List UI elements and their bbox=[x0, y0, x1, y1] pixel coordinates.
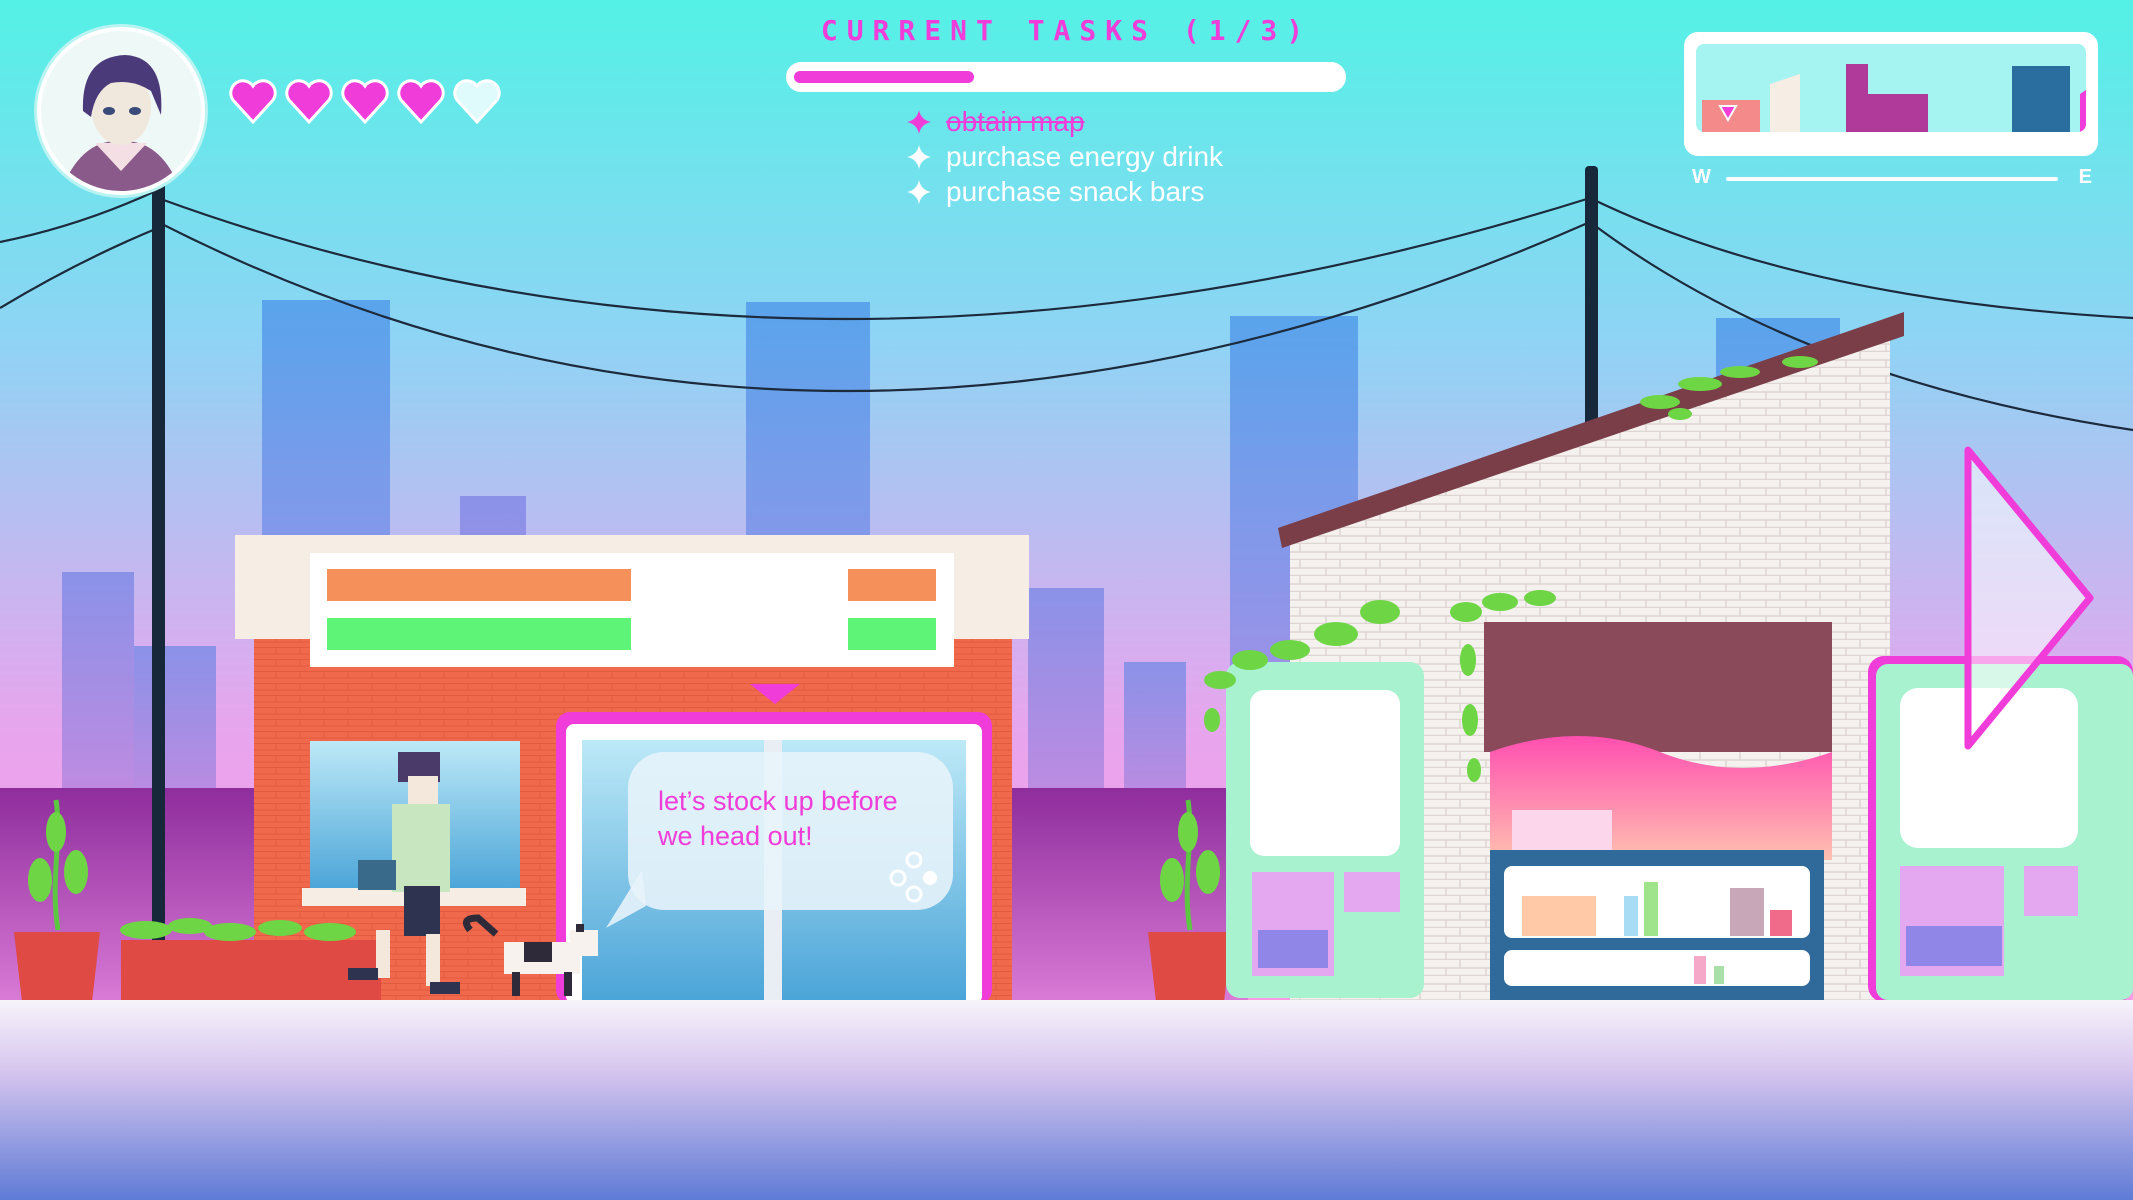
task-label: purchase energy drink bbox=[946, 140, 1224, 172]
sparkle-icon bbox=[907, 109, 931, 134]
dots-icon bbox=[889, 851, 937, 903]
heart-full-icon bbox=[397, 79, 445, 124]
heart-full-icon bbox=[285, 79, 333, 124]
heart-empty-icon bbox=[453, 79, 501, 124]
minimap-buildings bbox=[1702, 64, 2086, 132]
compass-west-label: W bbox=[1692, 166, 1711, 188]
task-progress-bar bbox=[786, 62, 1346, 92]
portrait-illustration bbox=[41, 31, 201, 191]
minimap-view bbox=[1696, 44, 2086, 132]
health-hearts bbox=[228, 78, 502, 124]
utility-pole-left bbox=[152, 180, 165, 960]
task-item: purchase energy drink bbox=[906, 139, 1223, 174]
vending-machine bbox=[1226, 662, 1424, 998]
sparkle-icon bbox=[907, 179, 931, 204]
dialogue-text: let’s stock up before we head out! bbox=[658, 786, 898, 851]
utility-pole-right bbox=[1585, 166, 1598, 426]
task-item: obtain map bbox=[906, 104, 1223, 139]
task-label: obtain map bbox=[946, 105, 1085, 137]
compass: W E bbox=[1692, 166, 2092, 192]
task-item: purchase snack bars bbox=[906, 174, 1223, 209]
heart-full-icon bbox=[229, 79, 277, 124]
sidewalk bbox=[0, 1000, 2133, 1200]
task-progress-fill bbox=[794, 71, 974, 83]
sparkle-icon bbox=[907, 144, 931, 169]
heart-full-icon bbox=[341, 79, 389, 124]
right-arrow-icon[interactable] bbox=[1960, 442, 2100, 754]
compass-east-label: E bbox=[2078, 166, 2092, 188]
compass-line bbox=[1726, 177, 2058, 181]
minimap[interactable] bbox=[1684, 32, 2098, 156]
task-list: obtain map purchase energy drink purchas… bbox=[906, 104, 1223, 209]
player-portrait bbox=[37, 27, 205, 195]
task-label: purchase snack bars bbox=[946, 175, 1205, 207]
